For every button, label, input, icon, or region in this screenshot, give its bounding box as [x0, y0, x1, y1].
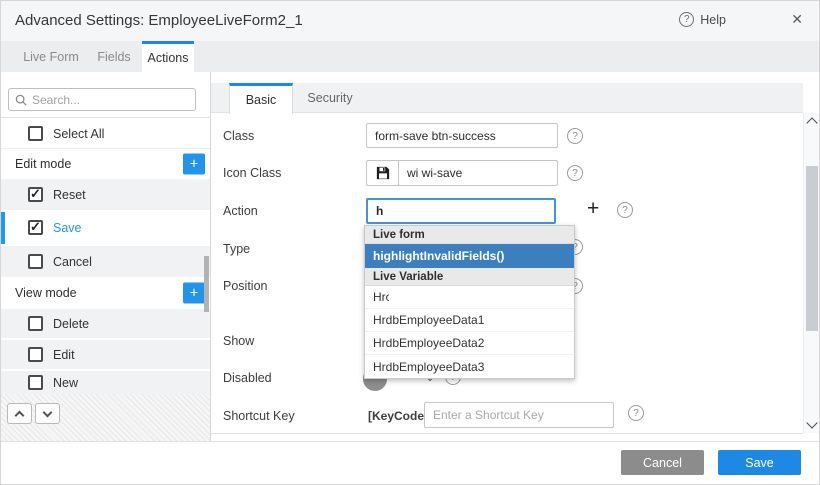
dropdown-item-selected[interactable]: highlightInvalidFields() — [365, 244, 574, 268]
position-label: Position — [223, 279, 267, 293]
search-box[interactable] — [8, 88, 196, 111]
checkbox-checked-icon[interactable] — [28, 187, 43, 202]
tab-live-form[interactable]: Live Form — [15, 41, 87, 72]
sidebar-item-reset[interactable]: Reset — [1, 179, 210, 210]
chevron-up-icon — [15, 410, 25, 420]
main-tabbar: Live Form Fields Actions — [1, 41, 820, 72]
shortcut-help-icon[interactable]: ? — [628, 405, 644, 421]
sidebar-item-edit[interactable]: Edit — [1, 340, 210, 369]
dropdown-item[interactable]: HrdbEmployeeData2 — [365, 332, 574, 355]
sidebar-item-cancel[interactable]: Cancel — [1, 246, 210, 277]
actions-sidebar: Select All Edit mode + Reset Save Cancel… — [1, 72, 211, 441]
dropdown-item[interactable]: HrdbEmployeeData1 — [365, 309, 574, 332]
icon-class-label: Icon Class — [223, 166, 281, 180]
add-action-variable-icon[interactable]: + — [587, 198, 599, 219]
show-label: Show — [223, 334, 254, 348]
checkbox-unchecked-icon[interactable] — [28, 316, 43, 331]
dropdown-item[interactable]: HrdbEmployeeData3 — [365, 355, 574, 378]
shortcut-key-input[interactable] — [424, 402, 614, 428]
type-label: Type — [223, 242, 250, 256]
sidebar-item-save[interactable]: Save — [1, 212, 210, 244]
add-view-mode-action-button[interactable]: + — [183, 283, 205, 304]
help-icon: ? — [679, 12, 694, 27]
move-down-button[interactable] — [35, 403, 60, 424]
disabled-label: Disabled — [223, 371, 272, 385]
sidebar-scrollbar-thumb[interactable] — [204, 256, 209, 312]
sidebar-item-label: Reset — [53, 188, 86, 202]
class-help-icon[interactable]: ? — [567, 128, 583, 144]
checkbox-unchecked-icon[interactable] — [28, 347, 43, 362]
action-input[interactable] — [366, 198, 556, 224]
plus-icon: + — [190, 286, 199, 301]
icon-class-help-icon[interactable]: ? — [567, 165, 583, 181]
icon-class-input[interactable] — [398, 160, 558, 186]
divider — [1, 117, 211, 118]
search-icon — [15, 94, 27, 106]
dialog-footer: Cancel Save — [1, 441, 820, 485]
help-label: Help — [700, 13, 726, 27]
checkbox-unchecked-icon[interactable] — [28, 375, 43, 390]
save-icon — [376, 166, 390, 180]
action-label: Action — [223, 204, 258, 218]
dialog-body: Select All Edit mode + Reset Save Cancel… — [1, 72, 820, 441]
sidebar-section-edit-mode: Edit mode + — [1, 149, 210, 179]
checkbox-unchecked-icon[interactable] — [28, 126, 43, 141]
sidebar-item-delete[interactable]: Delete — [1, 309, 210, 338]
cancel-button[interactable]: Cancel — [621, 450, 704, 475]
sidebar-item-label: Save — [53, 221, 82, 235]
sidebar-section-view-mode: View mode + — [1, 278, 210, 308]
search-input[interactable] — [32, 93, 182, 107]
shortcut-key-label: Shortcut Key — [223, 409, 295, 423]
dialog-header: Advanced Settings: EmployeeLiveForm2_1 ?… — [1, 1, 820, 41]
sidebar-item-label: Delete — [53, 317, 89, 331]
panel-tabbar: Basic Security — [211, 83, 803, 113]
scroll-up-icon[interactable] — [806, 117, 817, 128]
save-button[interactable]: Save — [718, 450, 801, 475]
chevron-down-icon — [43, 407, 53, 417]
dropdown-group-live-form: Live form — [365, 226, 574, 244]
tab-actions[interactable]: Actions — [142, 41, 194, 72]
tab-fields[interactable]: Fields — [91, 41, 137, 72]
section-label: View mode — [15, 286, 77, 300]
plus-icon: + — [190, 157, 199, 172]
sidebar-item-select-all[interactable]: Select All — [1, 119, 210, 149]
sidebar-item-label: New — [53, 376, 78, 390]
close-icon[interactable]: ✕ — [791, 11, 803, 28]
help-button[interactable]: ? Help — [679, 12, 726, 27]
class-label: Class — [223, 129, 254, 143]
tab-basic[interactable]: Basic — [229, 83, 293, 114]
settings-panel: Basic Security Class ? Icon Class ? Acti… — [211, 72, 820, 441]
scroll-down-icon[interactable] — [806, 417, 817, 428]
position-input-overlap — [389, 286, 520, 307]
action-help-icon[interactable]: ? — [617, 202, 633, 218]
sidebar-footer-area — [1, 394, 210, 441]
scrollbar-thumb[interactable] — [806, 166, 818, 331]
move-up-button[interactable] — [7, 403, 32, 424]
checkbox-checked-icon[interactable] — [28, 220, 43, 235]
tab-security[interactable]: Security — [295, 83, 365, 113]
advanced-settings-dialog: Advanced Settings: EmployeeLiveForm2_1 ?… — [0, 0, 820, 485]
sidebar-item-label: Edit — [53, 348, 75, 362]
checkbox-unchecked-icon[interactable] — [28, 254, 43, 269]
icon-preview-box — [366, 160, 398, 186]
add-edit-mode-action-button[interactable]: + — [183, 154, 205, 175]
sidebar-item-label: Select All — [53, 127, 104, 141]
sidebar-item-label: Cancel — [53, 255, 92, 269]
sidebar-item-new[interactable]: New — [1, 371, 210, 394]
dropdown-group-live-variable: Live Variable — [365, 268, 574, 286]
panel-scrollbar[interactable] — [803, 113, 820, 433]
class-input[interactable] — [366, 123, 558, 148]
divider — [211, 433, 803, 434]
page-title: Advanced Settings: EmployeeLiveForm2_1 — [15, 12, 303, 29]
section-label: Edit mode — [15, 157, 71, 171]
